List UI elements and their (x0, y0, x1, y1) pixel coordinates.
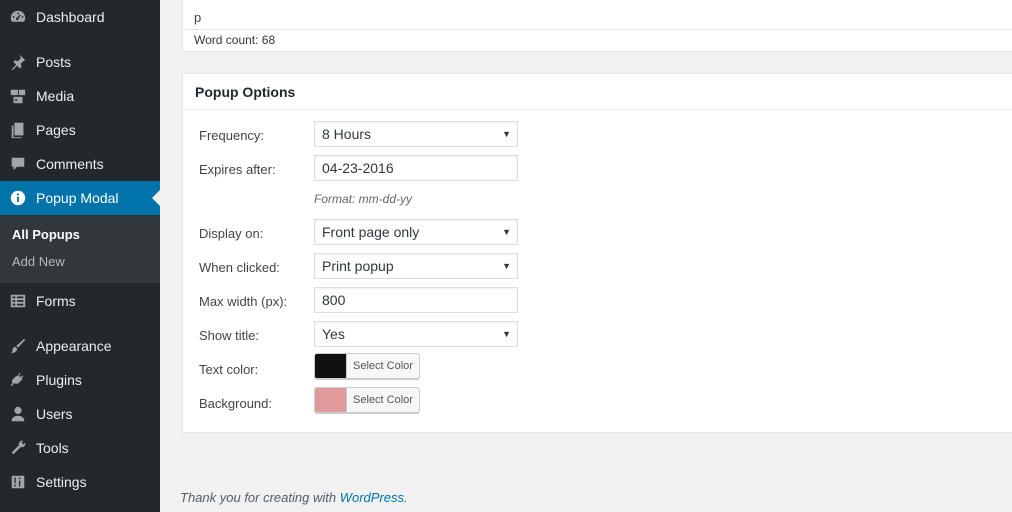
when-clicked-select[interactable]: Print popup ▼ (314, 253, 518, 279)
word-count: Word count: 68 (194, 33, 276, 47)
submenu-item-add-new[interactable]: Add New (12, 254, 65, 269)
popup-modal-submenu: All Popups Add New (0, 215, 160, 283)
sidebar-item-label: Users (36, 406, 73, 422)
pages-icon (8, 120, 28, 140)
dropdown-arrow-icon: ▼ (502, 329, 511, 339)
show-title-value: Yes (322, 326, 345, 342)
sidebar-item-label: Popup Modal (36, 190, 119, 206)
sidebar-item-media[interactable]: Media (0, 79, 160, 113)
select-color-label: Select Color (353, 394, 413, 406)
sidebar-item-settings[interactable]: Settings (0, 465, 160, 499)
sidebar-item-plugins[interactable]: Plugins (0, 363, 160, 397)
frequency-select[interactable]: 8 Hours ▼ (314, 121, 518, 147)
metabox-title[interactable]: Popup Options (195, 84, 295, 100)
when-clicked-value: Print popup (322, 258, 394, 274)
sidebar-item-label: Pages (36, 122, 76, 138)
select-color-label: Select Color (353, 360, 413, 372)
sidebar-item-comments[interactable]: Comments (0, 147, 160, 181)
wordpress-link[interactable]: WordPress (340, 490, 404, 505)
date-format-hint: Format: mm-dd-yy (314, 192, 413, 206)
sidebar-item-label: Forms (36, 293, 76, 309)
user-icon (8, 404, 28, 424)
divider (183, 29, 1012, 30)
background-color-picker-button[interactable]: Select Color (314, 387, 420, 413)
display-on-select[interactable]: Front page only ▼ (314, 219, 518, 245)
sidebar-item-appearance[interactable]: Appearance (0, 329, 160, 363)
sliders-icon (8, 472, 28, 492)
sidebar-item-label: Media (36, 88, 75, 104)
sidebar-item-pages[interactable]: Pages (0, 113, 160, 147)
wrench-icon (8, 438, 28, 458)
dashboard-icon (8, 7, 28, 27)
expires-value: 04-23-2016 (322, 160, 394, 176)
display-on-label: Display on: (199, 226, 264, 241)
divider (183, 109, 1012, 110)
admin-footer: Thank you for creating with WordPress. (180, 490, 408, 505)
comment-icon (8, 154, 28, 174)
max-width-label: Max width (px): (199, 294, 288, 309)
editor-element-path[interactable]: p (194, 10, 201, 25)
admin-sidebar: Dashboard Posts Media Pages Comments Pop… (0, 0, 160, 512)
display-on-value: Front page only (322, 224, 420, 240)
sidebar-item-users[interactable]: Users (0, 397, 160, 431)
popup-options-metabox: Popup Options Frequency: 8 Hours ▼ Expir… (182, 73, 1012, 433)
info-icon (8, 188, 28, 208)
plug-icon (8, 370, 28, 390)
sidebar-item-label: Appearance (36, 338, 112, 354)
max-width-input[interactable]: 800 (314, 287, 518, 313)
sidebar-item-label: Dashboard (36, 9, 105, 25)
expires-input[interactable]: 04-23-2016 (314, 155, 518, 181)
when-clicked-label: When clicked: (199, 260, 280, 275)
expires-label: Expires after: (199, 162, 276, 177)
sidebar-item-popup-modal[interactable]: Popup Modal (0, 181, 160, 215)
frequency-label: Frequency: (199, 128, 265, 143)
sidebar-item-label: Plugins (36, 372, 82, 388)
show-title-label: Show title: (199, 328, 259, 343)
sidebar-item-label: Posts (36, 54, 72, 70)
dropdown-arrow-icon: ▼ (502, 227, 511, 237)
current-menu-arrow (152, 190, 160, 206)
max-width-value: 800 (322, 292, 346, 308)
sidebar-item-dashboard[interactable]: Dashboard (0, 0, 160, 34)
sidebar-item-tools[interactable]: Tools (0, 431, 160, 465)
sidebar-item-label: Comments (36, 156, 104, 172)
submenu-item-all-popups[interactable]: All Popups (12, 227, 80, 242)
background-color-swatch (315, 388, 347, 412)
editor-status-box: p Word count: 68 (182, 0, 1012, 52)
media-icon (8, 86, 28, 106)
background-label: Background: (199, 396, 272, 411)
footer-suffix: . (404, 490, 408, 505)
text-color-picker-button[interactable]: Select Color (314, 353, 420, 379)
sidebar-item-label: Tools (36, 440, 69, 456)
show-title-select[interactable]: Yes ▼ (314, 321, 518, 347)
text-color-swatch (315, 354, 347, 378)
pin-icon (8, 52, 28, 72)
text-color-label: Text color: (199, 362, 259, 377)
dropdown-arrow-icon: ▼ (502, 129, 511, 139)
brush-icon (8, 336, 28, 356)
sidebar-item-forms[interactable]: Forms (0, 284, 160, 318)
footer-text: Thank you for creating with (180, 490, 340, 505)
frequency-value: 8 Hours (322, 126, 372, 142)
sidebar-item-label: Settings (36, 474, 87, 490)
sidebar-item-posts[interactable]: Posts (0, 45, 160, 79)
forms-icon (8, 291, 28, 311)
dropdown-arrow-icon: ▼ (502, 261, 511, 271)
